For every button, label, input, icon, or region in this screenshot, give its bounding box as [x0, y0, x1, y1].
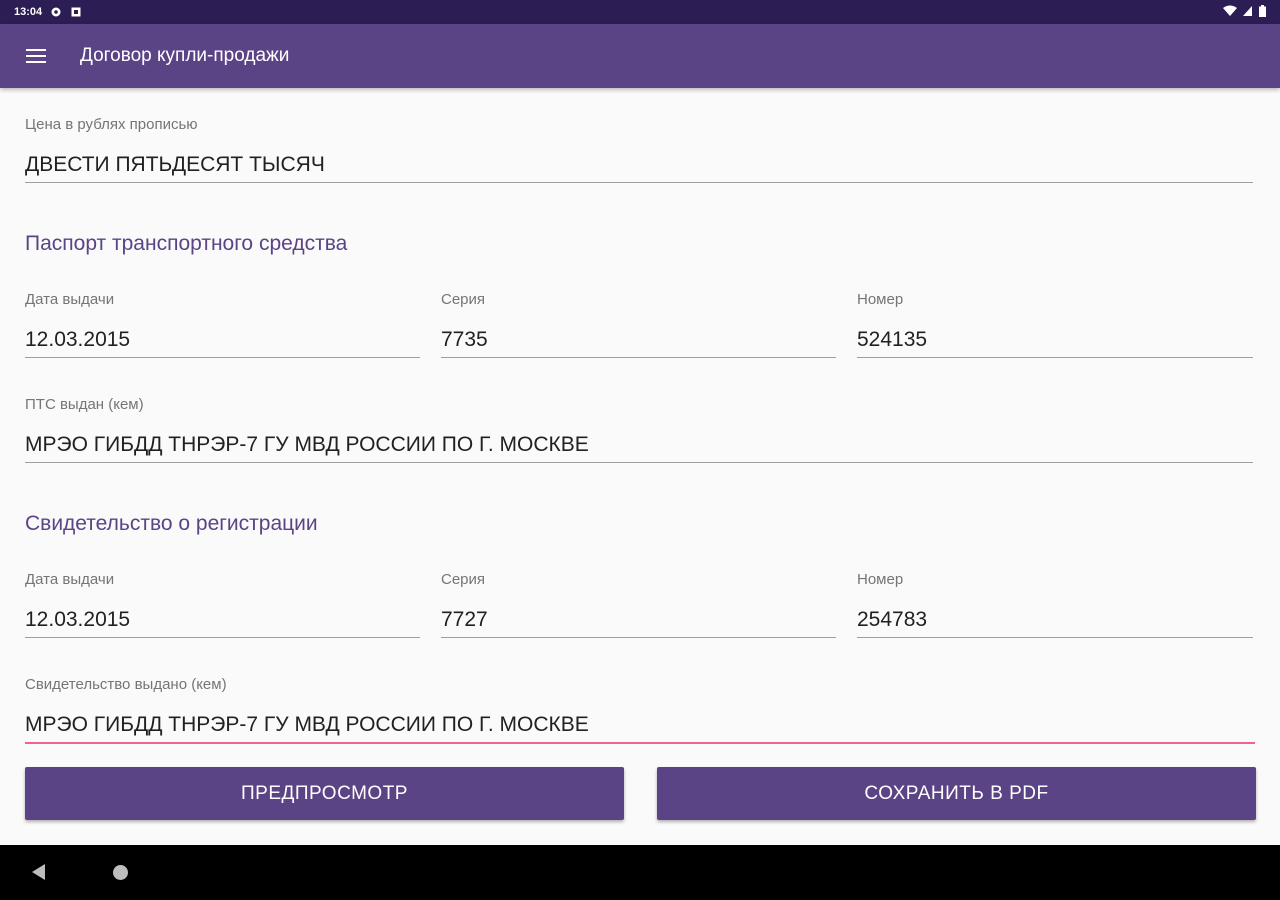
form-content: Цена в рублях прописью Паспорт транспорт… [0, 88, 1280, 845]
reg-series-input[interactable] [441, 605, 836, 635]
pts-number-label: Номер [857, 291, 904, 308]
app-bar: Договор купли-продажи [0, 24, 1280, 88]
reg-issuer-label: Свидетельство выдано (кем) [25, 676, 227, 693]
pts-number-field: Номер [857, 291, 1253, 358]
reg-issuer-field: Свидетельство выдано (кем) [25, 676, 1255, 744]
pts-date-underline [25, 357, 420, 358]
reg-number-field: Номер [857, 571, 1253, 638]
pts-date-field: Дата выдачи [25, 291, 420, 358]
pts-issuer-underline [25, 462, 1253, 463]
pts-number-underline [857, 357, 1253, 358]
registration-section-title: Свидетельство о регистрации [25, 512, 318, 535]
sim-icon [70, 6, 82, 18]
reg-date-underline [25, 637, 420, 638]
reg-issuer-input[interactable] [25, 710, 1255, 740]
reg-series-field: Серия [441, 571, 836, 638]
pts-series-input[interactable] [441, 325, 836, 355]
status-time: 13:04 [14, 6, 43, 18]
save-pdf-button[interactable]: СОХРАНИТЬ В PDF [657, 767, 1256, 820]
reg-series-underline [441, 637, 836, 638]
reg-number-input[interactable] [857, 605, 1253, 635]
wifi-icon [1223, 5, 1237, 20]
signal-icon [1243, 5, 1253, 20]
navigation-bar [0, 845, 1280, 900]
pts-series-label: Серия [441, 291, 486, 308]
pts-series-underline [441, 357, 836, 358]
price-words-label: Цена в рублях прописью [25, 116, 198, 133]
pts-issuer-field: ПТС выдан (кем) [25, 396, 1253, 463]
pts-issuer-label: ПТС выдан (кем) [25, 396, 144, 413]
status-bar: 13:04 [0, 0, 1280, 24]
home-icon[interactable] [113, 865, 128, 880]
reg-date-label: Дата выдачи [25, 571, 115, 588]
pts-number-input[interactable] [857, 325, 1253, 355]
pts-issuer-input[interactable] [25, 430, 1253, 460]
back-icon[interactable] [32, 864, 45, 880]
reg-number-underline [857, 637, 1253, 638]
pts-date-label: Дата выдачи [25, 291, 115, 308]
pts-series-field: Серия [441, 291, 836, 358]
reg-date-input[interactable] [25, 605, 420, 635]
price-words-underline [25, 182, 1253, 183]
pts-date-input[interactable] [25, 325, 420, 355]
price-words-input[interactable] [25, 150, 1253, 180]
settings-icon [50, 6, 62, 18]
reg-issuer-underline [25, 742, 1255, 744]
hamburger-menu-icon[interactable] [0, 24, 72, 88]
preview-button[interactable]: ПРЕДПРОСМОТР [25, 767, 624, 820]
reg-series-label: Серия [441, 571, 486, 588]
reg-number-label: Номер [857, 571, 904, 588]
reg-date-field: Дата выдачи [25, 571, 420, 638]
page-title: Договор купли-продажи [80, 45, 290, 66]
price-words-field: Цена в рублях прописью [25, 116, 1253, 183]
pts-section-title: Паспорт транспортного средства [25, 232, 348, 255]
battery-icon [1259, 5, 1266, 20]
